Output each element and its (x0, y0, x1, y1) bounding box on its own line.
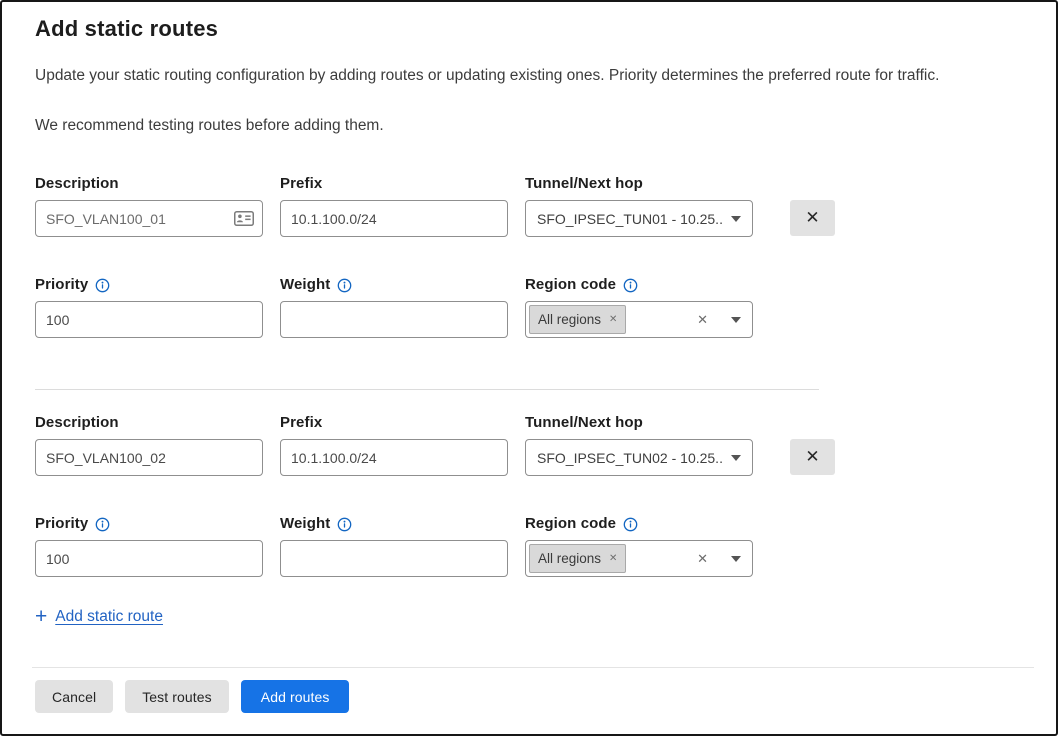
remove-tag-icon[interactable]: ✕ (609, 553, 617, 564)
add-static-route-label: Add static route (55, 608, 163, 626)
tunnel-selected-value: SFO_IPSEC_TUN01 - 10.25... (537, 211, 723, 227)
tunnel-label: Tunnel/Next hop (525, 174, 753, 193)
tunnel-select[interactable]: SFO_IPSEC_TUN01 - 10.25... (525, 200, 753, 237)
description-input-wrap (35, 200, 263, 237)
region-tag: All regions ✕ (529, 305, 626, 334)
region-code-label: Region code (525, 275, 753, 294)
close-icon: ✕ (805, 447, 819, 467)
route-1-secondary-row: Priority Weight (35, 275, 1026, 338)
clear-selection-icon[interactable]: ✕ (697, 312, 708, 328)
route-2-prefix-field: Prefix (280, 413, 508, 476)
remove-route-button[interactable]: ✕ (790, 439, 835, 475)
weight-label: Weight (280, 275, 508, 294)
info-icon[interactable] (337, 278, 352, 293)
add-routes-button[interactable]: Add routes (241, 680, 350, 713)
remove-tag-icon[interactable]: ✕ (609, 314, 617, 325)
prefix-input[interactable] (280, 200, 508, 237)
weight-input[interactable] (280, 301, 508, 338)
tunnel-selected-value: SFO_IPSEC_TUN02 - 10.25... (537, 450, 723, 466)
route-2-region-field: Region code All regions ✕ (525, 514, 753, 577)
route-1-tunnel-field: Tunnel/Next hop SFO_IPSEC_TUN01 - 10.25.… (525, 174, 753, 237)
prefix-label: Prefix (280, 413, 508, 432)
info-icon[interactable] (337, 517, 352, 532)
region-tag-label: All regions (538, 551, 601, 566)
route-2-priority-field: Priority (35, 514, 263, 577)
route-2-main-row: Description Prefix Tunnel/Next hop SFO_I… (35, 413, 1026, 476)
dialog-footer: Cancel Test routes Add routes (2, 668, 1056, 713)
route-1-main-row: Description (35, 174, 1026, 237)
description-label: Description (35, 174, 263, 193)
dialog-recommendation: We recommend testing routes before addin… (35, 115, 1026, 136)
priority-input[interactable] (35, 540, 263, 577)
route-1-weight-field: Weight (280, 275, 508, 338)
route-1-priority-field: Priority (35, 275, 263, 338)
tunnel-label: Tunnel/Next hop (525, 413, 753, 432)
description-input[interactable] (35, 200, 263, 237)
dialog-content: Add static routes Update your static rou… (2, 2, 1056, 628)
priority-input[interactable] (35, 301, 263, 338)
clear-selection-icon[interactable]: ✕ (697, 551, 708, 567)
route-1-description-field: Description (35, 174, 263, 237)
add-static-routes-dialog: Add static routes Update your static rou… (0, 0, 1058, 736)
priority-label: Priority (35, 514, 263, 533)
page-title: Add static routes (35, 16, 1026, 42)
prefix-label: Prefix (280, 174, 508, 193)
prefix-input[interactable] (280, 439, 508, 476)
route-entry-1: Description (35, 174, 1026, 338)
remove-route-button[interactable]: ✕ (790, 200, 835, 236)
info-icon[interactable] (95, 278, 110, 293)
route-divider (35, 389, 819, 390)
info-icon[interactable] (623, 278, 638, 293)
route-1-prefix-field: Prefix (280, 174, 508, 237)
weight-input[interactable] (280, 540, 508, 577)
region-tag: All regions ✕ (529, 544, 626, 573)
region-code-label: Region code (525, 514, 753, 533)
dialog-description: Update your static routing configuration… (35, 65, 1026, 86)
priority-label: Priority (35, 275, 263, 294)
close-icon: ✕ (805, 208, 819, 228)
route-entry-2: Description Prefix Tunnel/Next hop SFO_I… (35, 413, 1026, 577)
route-2-tunnel-field: Tunnel/Next hop SFO_IPSEC_TUN02 - 10.25.… (525, 413, 753, 476)
info-icon[interactable] (95, 517, 110, 532)
chevron-down-icon (731, 455, 741, 461)
region-tag-label: All regions (538, 312, 601, 327)
weight-label: Weight (280, 514, 508, 533)
plus-icon: + (35, 609, 47, 625)
route-2-description-field: Description (35, 413, 263, 476)
info-icon[interactable] (623, 517, 638, 532)
cancel-button[interactable]: Cancel (35, 680, 113, 713)
add-static-route-link[interactable]: + Add static route (35, 608, 163, 626)
chevron-down-icon (731, 556, 741, 562)
description-input[interactable] (35, 439, 263, 476)
route-2-secondary-row: Priority Weight (35, 514, 1026, 577)
tunnel-select[interactable]: SFO_IPSEC_TUN02 - 10.25... (525, 439, 753, 476)
route-2-weight-field: Weight (280, 514, 508, 577)
description-label: Description (35, 413, 263, 432)
region-multiselect[interactable]: All regions ✕ ✕ (525, 540, 753, 577)
chevron-down-icon (731, 216, 741, 222)
route-1-region-field: Region code All regions ✕ (525, 275, 753, 338)
region-multiselect[interactable]: All regions ✕ ✕ (525, 301, 753, 338)
test-routes-button[interactable]: Test routes (125, 680, 229, 713)
chevron-down-icon (731, 317, 741, 323)
